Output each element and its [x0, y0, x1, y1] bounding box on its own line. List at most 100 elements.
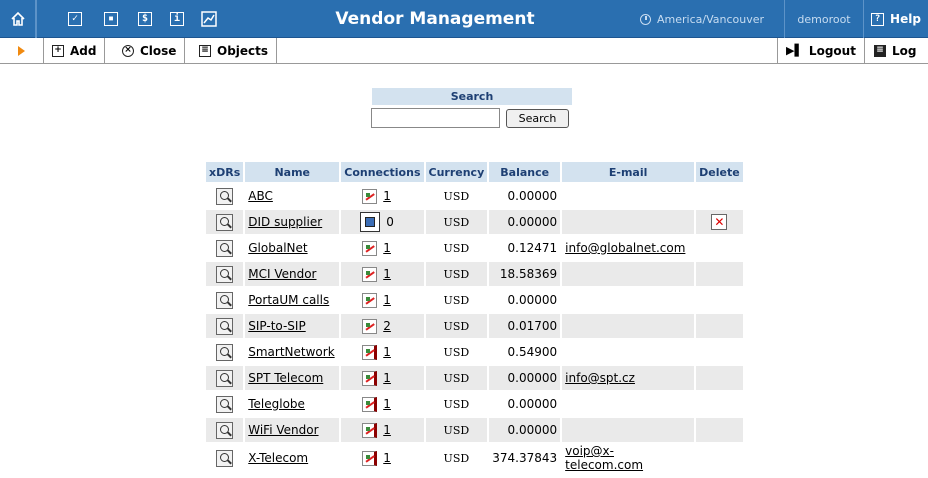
vendor-name-link[interactable]: X-Telecom [248, 451, 308, 465]
magnifier-icon[interactable] [216, 395, 234, 413]
vendor-name-link[interactable]: GlobalNet [248, 241, 307, 255]
vendor-name-link[interactable]: MCI Vendor [248, 267, 316, 281]
connections-icon[interactable] [362, 396, 378, 412]
connections-icon[interactable] [362, 318, 378, 334]
connections-link[interactable]: 1 [383, 267, 391, 281]
vendor-name-link[interactable]: SmartNetwork [248, 345, 334, 359]
connections-icon[interactable] [362, 188, 378, 204]
connections-icon[interactable] [362, 370, 378, 386]
connections-link[interactable]: 1 [383, 423, 391, 437]
currency-cell: USD [425, 288, 488, 312]
vendor-name-link[interactable]: DID supplier [248, 215, 322, 229]
search-button[interactable]: Search [506, 109, 569, 128]
name-cell: DID supplier [245, 210, 340, 234]
connections-link[interactable]: 1 [383, 293, 391, 307]
objects-label: Objects [217, 43, 269, 58]
table-row: DID supplier 0 USD 0.00000 ✕ [206, 210, 743, 234]
info-button[interactable]: i [162, 0, 192, 38]
currency-cell: USD [425, 262, 488, 286]
dollar-button[interactable]: $ [130, 0, 160, 38]
add-button[interactable]: + Add [44, 38, 106, 63]
title-bar: ✓ ▪ $ i Vendor Management America/Vancou… [0, 0, 928, 38]
magnifier-icon[interactable] [216, 317, 234, 335]
email-link[interactable]: info@globalnet.com [565, 241, 685, 255]
email-cell [562, 418, 695, 442]
chart-button[interactable] [194, 0, 224, 38]
header-name: Name [245, 162, 340, 182]
magnifier-icon[interactable] [216, 343, 234, 361]
connections-link[interactable]: 1 [383, 397, 391, 411]
connections-icon[interactable] [362, 266, 378, 282]
name-cell: PortaUM calls [245, 288, 340, 312]
vendor-name-link[interactable]: PortaUM calls [248, 293, 329, 307]
delete-icon[interactable]: ✕ [711, 214, 728, 230]
timezone-indicator[interactable]: America/Vancouver [640, 0, 764, 38]
vendor-name-link[interactable]: Teleglobe [248, 397, 305, 411]
table-row: Teleglobe 1 USD 0.00000 [206, 392, 743, 416]
connections-link[interactable]: 1 [383, 371, 391, 385]
vendor-name-link[interactable]: SIP-to-SIP [248, 319, 305, 333]
add-connection-icon[interactable] [360, 212, 381, 232]
connections-column: 1 [341, 444, 424, 472]
close-button[interactable]: × Close [114, 38, 186, 63]
balance-cell: 0.00000 [489, 418, 561, 442]
vendor-name-link[interactable]: WiFi Vendor [248, 423, 318, 437]
header-xdrs: xDRs [206, 162, 244, 182]
log-button[interactable]: ≡ Log [866, 38, 924, 63]
magnifier-icon[interactable] [216, 291, 234, 309]
currency-cell: USD [425, 418, 488, 442]
vendor-name-link[interactable]: ABC [248, 189, 273, 203]
xdrs-cell [206, 366, 244, 390]
connections-link[interactable]: 1 [383, 189, 391, 203]
connections-link[interactable]: 1 [383, 451, 391, 465]
balance-cell: 374.37843 [489, 444, 561, 472]
objects-button[interactable]: ≡ Objects [191, 38, 278, 63]
connections-link[interactable]: 2 [383, 319, 391, 333]
email-cell [562, 210, 695, 234]
help-label: Help [890, 12, 921, 26]
logout-button[interactable]: ▶▌ Logout [777, 38, 865, 63]
connections-count: 0 [386, 215, 394, 229]
delete-cell [696, 418, 743, 442]
magnifier-icon[interactable] [216, 369, 234, 387]
checkbox-button[interactable]: ✓ [60, 0, 90, 38]
email-link[interactable]: voip@x-telecom.com [565, 444, 643, 472]
clock-icon [640, 13, 651, 25]
email-cell [562, 392, 695, 416]
magnifier-icon[interactable] [216, 449, 234, 467]
help-icon: ? [871, 12, 885, 26]
home-button[interactable] [0, 0, 36, 38]
vendor-name-link[interactable]: SPT Telecom [248, 371, 323, 385]
table-row: MCI Vendor 1 USD 18.58369 [206, 262, 743, 286]
connections-icon[interactable] [362, 292, 378, 308]
connections-link[interactable]: 1 [383, 345, 391, 359]
help-button[interactable]: ? Help [864, 0, 928, 38]
connections-icon[interactable] [362, 344, 378, 360]
connections-icon[interactable] [362, 422, 378, 438]
connections-icon[interactable] [362, 240, 378, 256]
connections-cell: 0 [344, 212, 420, 232]
delete-cell [696, 314, 743, 338]
magnifier-icon[interactable] [216, 421, 234, 439]
currency-cell: USD [425, 210, 488, 234]
magnifier-icon[interactable] [216, 239, 234, 257]
magnifier-icon[interactable] [216, 213, 234, 231]
dollar-icon: $ [138, 12, 152, 26]
name-cell: GlobalNet [245, 236, 340, 260]
xdrs-cell [206, 236, 244, 260]
name-cell: SPT Telecom [245, 366, 340, 390]
user-name[interactable]: demoroot [784, 0, 864, 38]
delete-cell [696, 392, 743, 416]
connections-icon[interactable] [362, 450, 378, 466]
grid-icon: ▪ [104, 12, 118, 26]
name-cell: X-Telecom [245, 444, 340, 472]
magnifier-icon[interactable] [216, 187, 234, 205]
search-input[interactable] [371, 108, 500, 128]
connections-cell: 1 [344, 396, 420, 412]
grid-button[interactable]: ▪ [96, 0, 126, 38]
magnifier-icon[interactable] [216, 265, 234, 283]
email-link[interactable]: info@spt.cz [565, 371, 635, 385]
toolbar-arrow[interactable] [0, 38, 44, 63]
objects-icon: ≡ [199, 44, 211, 57]
connections-link[interactable]: 1 [383, 241, 391, 255]
